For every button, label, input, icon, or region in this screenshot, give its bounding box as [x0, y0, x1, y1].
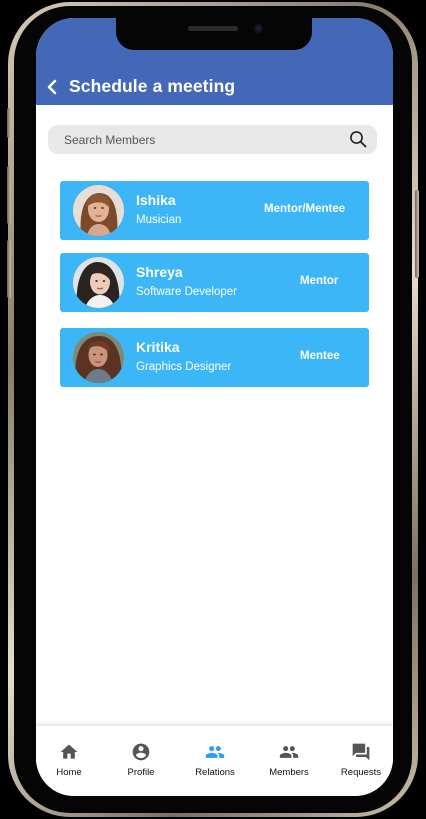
silent-switch [7, 108, 11, 138]
home-icon [60, 744, 78, 759]
search-icon[interactable] [349, 130, 367, 148]
nav-label: Requests [340, 767, 382, 778]
app-screen: Schedule a meeting Ishika Musicia [36, 18, 393, 796]
nav-label: Relations [195, 767, 235, 778]
nav-label: Members [269, 767, 309, 778]
member-role: Software Developer [136, 286, 237, 298]
front-camera [254, 24, 263, 33]
relation-tag: Mentee [300, 350, 340, 362]
member-role: Graphics Designer [136, 361, 232, 373]
bottom-navigation: Home Profile Relations Members Requests [36, 726, 393, 796]
forum-icon [352, 743, 370, 761]
search-input[interactable] [48, 125, 338, 154]
nav-label: Home [56, 767, 82, 778]
power-button [415, 190, 419, 278]
avatar [73, 332, 124, 383]
phone-notch [116, 18, 312, 50]
volume-up-button [7, 166, 11, 224]
avatar [73, 185, 124, 236]
member-card-ishika[interactable]: Ishika Musician Mentor/Mentee [60, 181, 369, 240]
page-title: Schedule a meeting [69, 76, 236, 96]
relation-tag: Mentor [300, 275, 339, 287]
earpiece-speaker [188, 26, 238, 31]
back-arrow-icon[interactable] [45, 79, 59, 95]
people-icon [205, 746, 225, 758]
nav-profile[interactable]: Profile [106, 742, 176, 786]
nav-requests[interactable]: Requests [326, 742, 393, 786]
account-circle-icon [132, 743, 150, 761]
avatar [73, 257, 124, 308]
member-card-kritika[interactable]: Kritika Graphics Designer Mentee [60, 328, 369, 387]
nav-label: Profile [127, 767, 155, 778]
volume-down-button [7, 240, 11, 298]
member-name: Shreya [136, 264, 183, 280]
member-card-shreya[interactable]: Shreya Software Developer Mentor [60, 253, 369, 312]
people-icon [279, 746, 299, 758]
nav-members[interactable]: Members [254, 742, 324, 786]
nav-home[interactable]: Home [36, 742, 104, 786]
search-bar [48, 125, 377, 154]
relation-tag: Mentor/Mentee [264, 203, 346, 215]
nav-relations[interactable]: Relations [180, 742, 250, 786]
member-name: Kritika [136, 339, 180, 355]
member-role: Musician [136, 214, 182, 226]
member-name: Ishika [136, 192, 176, 208]
